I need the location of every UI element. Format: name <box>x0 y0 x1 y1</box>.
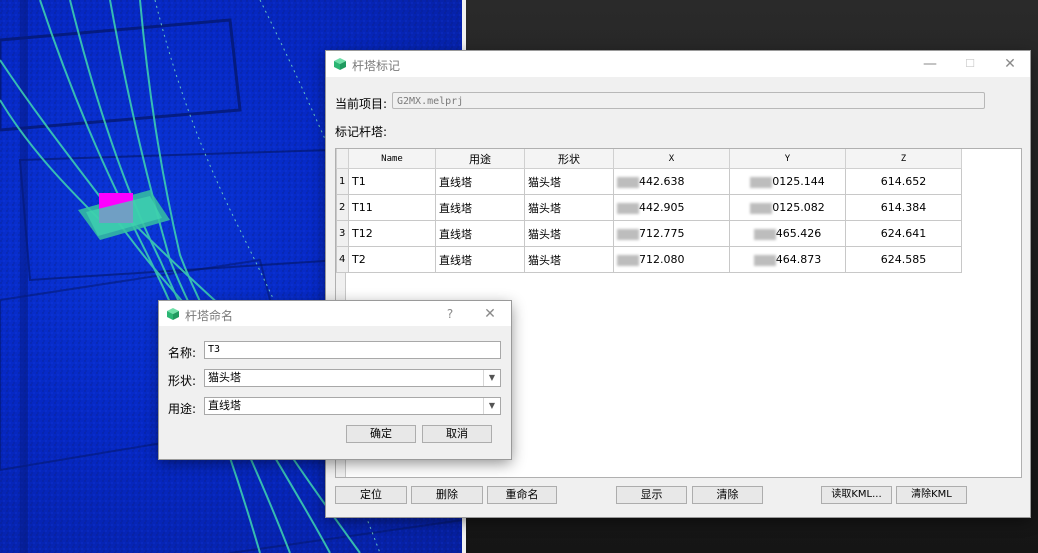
cell-x[interactable]: 442.905 <box>613 194 730 221</box>
cell-y[interactable]: 0125.082 <box>729 194 846 221</box>
x-value: 712.775 <box>639 227 685 240</box>
table-row[interactable]: 2 T11 直线塔 猫头塔 442.905 0125.082 614.384 <box>336 194 962 221</box>
table-row[interactable]: 4 T2 直线塔 猫头塔 712.080 464.873 624.585 <box>336 246 962 273</box>
cell-y[interactable]: 465.426 <box>729 220 846 247</box>
title-bar[interactable]: 杆塔标记 — ☐ ✕ <box>326 51 1030 77</box>
towers-label: 标记杆塔: <box>335 125 388 139</box>
x-value: 712.080 <box>639 253 685 266</box>
show-button[interactable]: 显示 <box>616 486 687 504</box>
tower-grid[interactable]: Name 用途 形状 X Y Z 1 T1 直线塔 猫头塔 442.638 01… <box>336 149 962 273</box>
y-value: 0125.082 <box>772 201 825 214</box>
column-header-x[interactable]: X <box>613 149 730 169</box>
table-row[interactable]: 1 T1 直线塔 猫头塔 442.638 0125.144 614.652 <box>336 168 962 195</box>
chevron-down-icon[interactable]: ▼ <box>483 398 500 414</box>
row-index: 4 <box>336 246 349 273</box>
purpose-select[interactable]: 直线塔 ▼ <box>204 397 501 415</box>
y-value: 0125.144 <box>772 175 825 188</box>
cell-purpose[interactable]: 直线塔 <box>435 194 525 221</box>
redaction <box>617 176 639 188</box>
shape-selected-value: 猫头塔 <box>208 371 241 384</box>
cell-name[interactable]: T11 <box>348 194 436 221</box>
minimize-button[interactable]: — <box>910 51 950 77</box>
maximize-button[interactable]: ☐ <box>950 51 990 77</box>
help-button[interactable]: ? <box>430 301 470 327</box>
shape-select[interactable]: 猫头塔 ▼ <box>204 369 501 387</box>
project-label: 当前项目: <box>335 97 388 111</box>
cube-icon <box>334 58 346 70</box>
clear-kml-button[interactable]: 清除KML <box>896 486 967 504</box>
y-value: 465.426 <box>775 227 822 240</box>
cell-name[interactable]: T2 <box>348 246 436 273</box>
name-input[interactable]: T3 <box>204 341 501 359</box>
row-index: 3 <box>336 220 349 247</box>
tower-naming-dialog: 杆塔命名 ? ✕ 名称: T3 形状: 猫头塔 ▼ 用途: 直线塔 ▼ 确定 取… <box>159 301 511 459</box>
cancel-button[interactable]: 取消 <box>422 425 492 443</box>
row-index: 1 <box>336 168 349 195</box>
table-header-row: Name 用途 形状 X Y Z <box>336 149 962 169</box>
clear-button[interactable]: 清除 <box>692 486 763 504</box>
name-label: 名称: <box>168 346 197 360</box>
x-value: 442.905 <box>639 201 685 214</box>
dialog-title: 杆塔命名 <box>185 309 234 323</box>
window-title: 杆塔标记 <box>352 59 401 73</box>
cell-y[interactable]: 464.873 <box>729 246 846 273</box>
cell-z[interactable]: 624.585 <box>845 246 962 273</box>
cell-z[interactable]: 614.652 <box>845 168 962 195</box>
redaction <box>753 228 776 240</box>
column-header-y[interactable]: Y <box>729 149 846 169</box>
column-header-purpose[interactable]: 用途 <box>435 149 525 169</box>
cell-shape[interactable]: 猫头塔 <box>524 246 614 273</box>
purpose-label: 用途: <box>168 402 197 416</box>
dialog-close-button[interactable]: ✕ <box>470 301 510 327</box>
locate-button[interactable]: 定位 <box>335 486 407 504</box>
corner-cell <box>336 149 349 169</box>
read-kml-button[interactable]: 读取KML... <box>821 486 892 504</box>
close-button[interactable]: ✕ <box>990 51 1030 77</box>
row-index: 2 <box>336 194 349 221</box>
rename-button[interactable]: 重命名 <box>487 486 557 504</box>
cell-shape[interactable]: 猫头塔 <box>524 220 614 247</box>
cell-x[interactable]: 442.638 <box>613 168 730 195</box>
cell-purpose[interactable]: 直线塔 <box>435 220 525 247</box>
cell-x[interactable]: 712.080 <box>613 246 730 273</box>
cube-icon <box>167 308 179 320</box>
redaction <box>750 202 773 214</box>
shape-label: 形状: <box>168 374 197 388</box>
cell-z[interactable]: 624.641 <box>845 220 962 247</box>
cell-y[interactable]: 0125.144 <box>729 168 846 195</box>
delete-button[interactable]: 删除 <box>411 486 483 504</box>
cell-name[interactable]: T1 <box>348 168 436 195</box>
redaction <box>750 176 773 188</box>
ok-button[interactable]: 确定 <box>346 425 416 443</box>
column-header-shape[interactable]: 形状 <box>524 149 614 169</box>
cell-x[interactable]: 712.775 <box>613 220 730 247</box>
x-value: 442.638 <box>639 175 685 188</box>
cell-z[interactable]: 614.384 <box>845 194 962 221</box>
cell-shape[interactable]: 猫头塔 <box>524 194 614 221</box>
redaction <box>617 202 639 214</box>
cell-shape[interactable]: 猫头塔 <box>524 168 614 195</box>
cell-purpose[interactable]: 直线塔 <box>435 246 525 273</box>
column-header-z[interactable]: Z <box>845 149 962 169</box>
chevron-down-icon[interactable]: ▼ <box>483 370 500 386</box>
column-header-name[interactable]: Name <box>348 149 436 169</box>
cell-purpose[interactable]: 直线塔 <box>435 168 525 195</box>
redaction <box>617 228 639 240</box>
table-row[interactable]: 3 T12 直线塔 猫头塔 712.775 465.426 624.641 <box>336 220 962 247</box>
redaction <box>617 254 639 266</box>
purpose-selected-value: 直线塔 <box>208 399 241 412</box>
y-value: 464.873 <box>775 253 822 266</box>
cell-name[interactable]: T12 <box>348 220 436 247</box>
dialog-title-bar[interactable]: 杆塔命名 ? ✕ <box>159 301 511 326</box>
redaction <box>753 254 776 266</box>
project-field[interactable]: G2MX.melprj <box>392 92 985 109</box>
